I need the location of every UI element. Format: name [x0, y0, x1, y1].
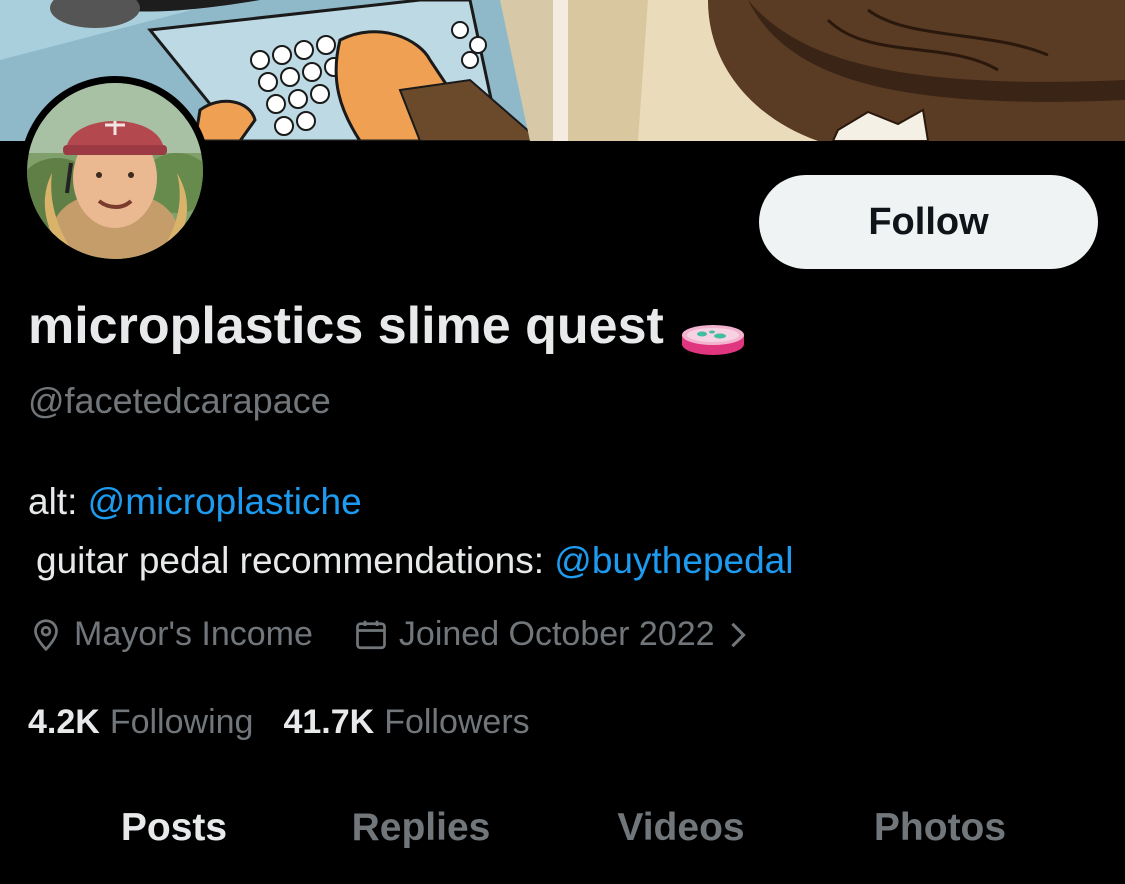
- mention-link-microplastiche[interactable]: @microplastiche: [88, 481, 362, 522]
- calendar-icon: [356, 620, 386, 649]
- followers-count: 41.7K: [283, 703, 375, 741]
- chevron-right-icon: [730, 622, 746, 647]
- followers-stat[interactable]: 41.7K Followers: [283, 703, 529, 742]
- follow-button[interactable]: Follow: [759, 175, 1098, 269]
- location-pin-icon: [34, 618, 58, 651]
- bio-alt-prefix: alt:: [28, 481, 88, 522]
- tab-videos[interactable]: Videos: [617, 806, 744, 850]
- tab-posts[interactable]: Posts: [121, 806, 227, 850]
- display-name-text: microplastics slime quest: [28, 297, 664, 355]
- following-label: Following: [109, 703, 254, 741]
- mention-link-buythepedal[interactable]: @buythepedal: [554, 540, 793, 581]
- following-stat[interactable]: 4.2K Following: [28, 703, 253, 742]
- profile-tabs: Posts Replies Videos Photos: [0, 790, 1125, 884]
- tab-replies[interactable]: Replies: [352, 806, 491, 850]
- follow-stats: 4.2K Following 41.7K Followers: [28, 703, 530, 742]
- tab-photos[interactable]: Photos: [874, 806, 1006, 850]
- following-count: 4.2K: [28, 703, 100, 741]
- joined-text: Joined October 2022: [398, 615, 715, 653]
- banner-panel-hair: [568, 0, 1125, 141]
- bio-line-alt: alt: @microplastiche: [28, 481, 362, 523]
- bio-pedal-prefix: guitar pedal recommendations:: [36, 540, 555, 581]
- location-text: Mayor's Income: [74, 615, 313, 653]
- bio-line-pedals: guitar pedal recommendations: @buytheped…: [36, 540, 793, 582]
- followers-label: Followers: [384, 703, 530, 741]
- avatar-image: [27, 83, 203, 259]
- avatar[interactable]: [20, 76, 210, 266]
- joined-date[interactable]: Joined October 2022: [353, 615, 757, 654]
- display-name: microplastics slime quest: [28, 296, 746, 356]
- user-handle: @facetedcarapace: [28, 380, 331, 421]
- location: Mayor's Income: [28, 615, 313, 654]
- profile-meta: Mayor's Income Joined October 2022: [28, 615, 757, 654]
- petri-dish-icon: [680, 309, 746, 355]
